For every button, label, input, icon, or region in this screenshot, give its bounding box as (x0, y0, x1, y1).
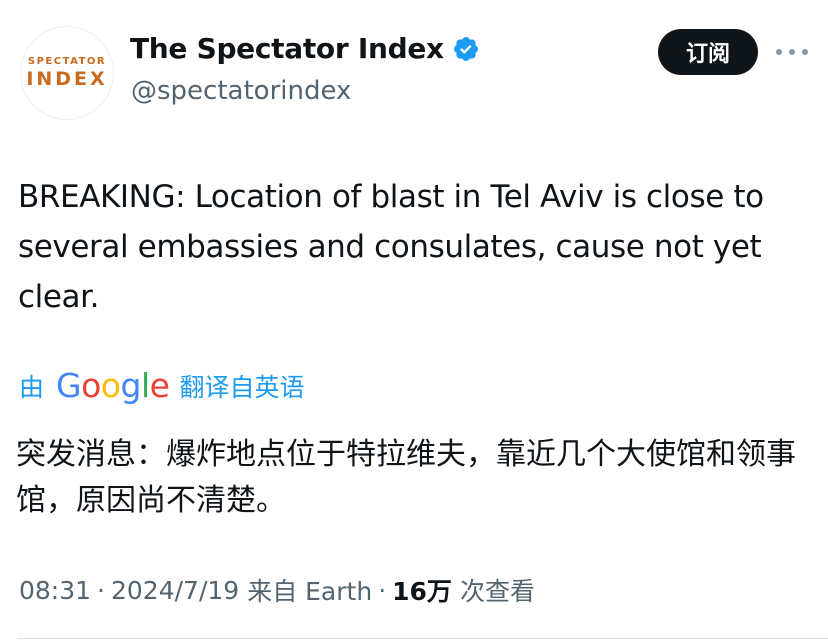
tweet-time[interactable]: 08:31 (19, 576, 91, 605)
translate-link[interactable]: 由 Google 翻译自英语 (19, 366, 304, 405)
author-name-row[interactable]: The Spectator Index (130, 32, 480, 65)
dot (789, 49, 795, 55)
translate-by-label: 由 (19, 372, 45, 402)
tweet-card: SPECTATOR INDEX The Spectator Index @spe… (0, 0, 828, 642)
dot (776, 49, 782, 55)
avatar[interactable]: SPECTATOR INDEX (20, 26, 114, 120)
dot (802, 49, 808, 55)
meta-separator: · (97, 575, 105, 605)
user-handle[interactable]: @spectatorindex (131, 76, 351, 106)
translate-label: 翻译自英语 (179, 372, 305, 402)
google-letter: G (56, 366, 82, 405)
meta-separator: · (378, 575, 387, 605)
subscribe-button[interactable]: 订阅 (658, 29, 758, 75)
google-letter: g (120, 366, 142, 405)
views-count: 16万 (392, 577, 452, 606)
avatar-logo: SPECTATOR INDEX (21, 57, 113, 89)
verified-badge-icon (453, 36, 478, 61)
avatar-logo-line2: INDEX (26, 68, 108, 90)
tweet-text: BREAKING: Location of blast in Tel Aviv … (18, 179, 764, 315)
divider (18, 638, 828, 639)
display-name[interactable]: The Spectator Index (130, 32, 444, 65)
google-logo: Google (56, 366, 170, 405)
google-letter: l (140, 366, 150, 405)
google-letter: o (81, 366, 101, 405)
google-letter: e (149, 366, 170, 405)
avatar-logo-line1: SPECTATOR (27, 56, 107, 67)
views-label: 次查看 (459, 577, 535, 606)
tweet-meta: 08:31 · 2024/7/19 来自 Earth · 16万 次查看 (19, 572, 535, 608)
more-dots-icon[interactable] (776, 42, 808, 62)
tweet-date[interactable]: 2024/7/19 (111, 576, 239, 605)
google-letter: o (100, 366, 121, 405)
translated-text: 突发消息：爆炸地点位于特拉维夫，靠近几个大使馆和领事馆，原因尚不清楚。 (16, 437, 796, 518)
tweet-source: 来自 Earth (247, 577, 373, 606)
